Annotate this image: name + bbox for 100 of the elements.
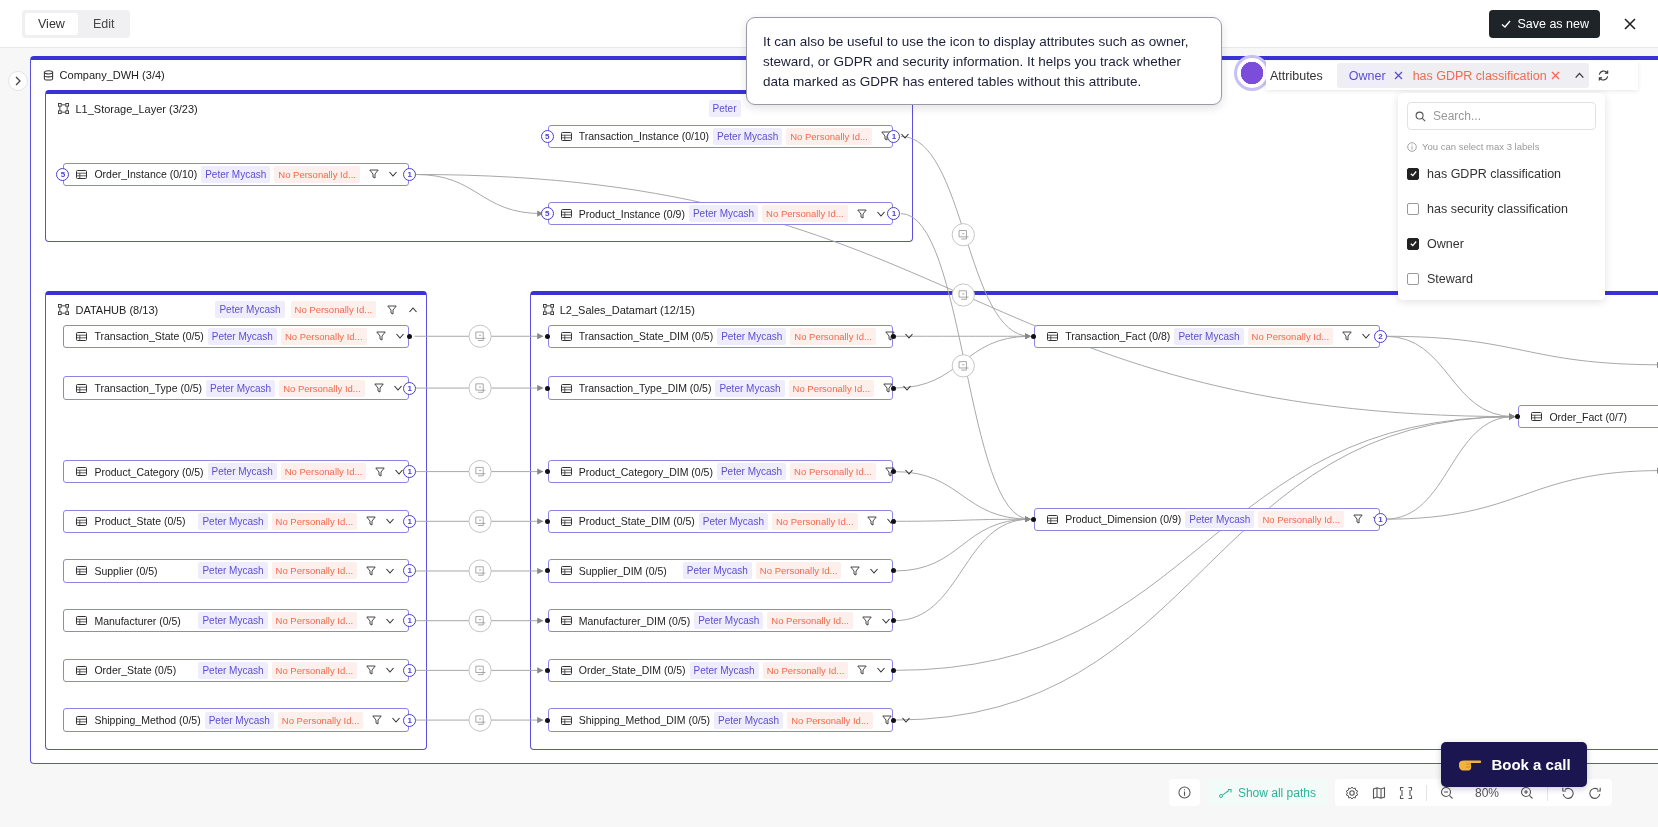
zoom-out-icon[interactable]	[1439, 785, 1454, 800]
info-button[interactable]	[1168, 779, 1200, 806]
table-name: Product_Instance (0/9)	[578, 207, 685, 220]
filter-icon[interactable]	[884, 331, 895, 342]
group-icon	[58, 304, 70, 316]
filter-icon[interactable]	[373, 383, 384, 394]
checkbox[interactable]	[1407, 272, 1419, 285]
port-dot[interactable]	[1515, 414, 1521, 420]
classification-tag: No Personally Id...	[767, 612, 853, 630]
port-dot[interactable]	[891, 618, 897, 624]
port-dot[interactable]	[544, 469, 550, 475]
fit-view-icon[interactable]	[1398, 785, 1413, 800]
mode-tab[interactable]: Edit	[79, 12, 128, 35]
filter-icon[interactable]	[857, 665, 868, 676]
port-dot[interactable]	[1031, 516, 1037, 522]
filter-icon[interactable]	[866, 516, 877, 527]
port-dot[interactable]	[407, 333, 413, 339]
info-icon	[1177, 786, 1191, 799]
owner-tag: Peter Mycash	[716, 463, 787, 481]
filter-icon[interactable]	[881, 715, 892, 726]
filter-icon[interactable]	[884, 466, 895, 477]
checkbox[interactable]	[1407, 202, 1419, 215]
classification-tag: No Personally Id...	[290, 301, 377, 319]
port-dot[interactable]	[544, 333, 550, 339]
filter-icon[interactable]	[850, 566, 861, 576]
option-label[interactable]: Owner	[1427, 236, 1464, 251]
port-dot[interactable]	[544, 518, 550, 524]
checkbox[interactable]	[1407, 167, 1419, 180]
owner-tag: Peter Mycash	[713, 127, 783, 145]
table-icon	[560, 665, 572, 675]
classification-tag: No Personally Id...	[787, 711, 873, 729]
port-dot[interactable]	[891, 568, 897, 574]
filter-icon[interactable]	[375, 331, 386, 342]
port-dot[interactable]	[544, 717, 550, 723]
option-label[interactable]: Steward	[1427, 271, 1473, 286]
close-icon[interactable]	[1624, 17, 1636, 30]
filter-icon[interactable]	[366, 566, 377, 576]
owner-tag: Peter Mycash	[698, 512, 768, 530]
filter-icon[interactable]	[375, 466, 386, 477]
port-dot[interactable]	[891, 385, 897, 391]
table-name: Product_Dimension (0/9)	[1065, 513, 1182, 526]
chevron-right-icon	[14, 76, 22, 86]
filter-icon[interactable]	[1353, 514, 1364, 525]
port-dot[interactable]	[891, 469, 897, 475]
refresh-icon[interactable]	[1596, 69, 1610, 82]
remove-icon[interactable]	[1393, 71, 1403, 80]
book-call-button[interactable]: Book a call	[1441, 742, 1587, 787]
table-name: Product_Category (0/5)	[94, 465, 204, 478]
table-name: Transaction_State_DIM (0/5)	[578, 330, 714, 343]
table-icon	[76, 715, 88, 725]
filter-icon[interactable]	[387, 304, 398, 315]
chevron-down-icon[interactable]	[869, 566, 880, 576]
mode-tab[interactable]: View	[25, 12, 78, 35]
classification-tag: No Personally Id...	[762, 661, 849, 679]
port-dot[interactable]	[544, 568, 550, 574]
table-icon	[76, 383, 88, 393]
filter-icon[interactable]	[856, 208, 867, 219]
classification-tag: No Personally Id...	[271, 612, 358, 630]
classification-tag: No Personally Id...	[274, 165, 360, 183]
option-label[interactable]: has GDPR classification	[1427, 166, 1562, 181]
table-name: Shipping_Method (0/5)	[94, 714, 201, 727]
port-dot[interactable]	[891, 717, 897, 723]
option-label[interactable]: has security classification	[1427, 201, 1569, 216]
filter-icon[interactable]	[366, 615, 377, 626]
port-dot[interactable]	[1031, 333, 1037, 339]
remove-icon[interactable]	[1550, 71, 1560, 80]
chevron-up-icon[interactable]	[1573, 70, 1585, 81]
port-dot[interactable]	[891, 333, 897, 339]
classification-tag: No Personally Id...	[279, 379, 365, 397]
port-dot[interactable]	[544, 618, 550, 624]
redo-icon[interactable]	[1588, 785, 1602, 800]
save-button[interactable]: Save as new	[1489, 9, 1600, 38]
filter-icon[interactable]	[883, 383, 894, 394]
owner-tag: Peter Mycash	[207, 327, 277, 345]
filter-icon[interactable]	[366, 516, 377, 527]
filter-icon[interactable]	[366, 665, 377, 676]
chevron-down-icon[interactable]	[385, 566, 396, 576]
filter-icon[interactable]	[368, 169, 379, 180]
attribute-selector[interactable]: Owner has GDPR classification	[1336, 63, 1589, 88]
table-icon	[76, 566, 88, 576]
search-field[interactable]: Search...	[1407, 102, 1596, 130]
classification-tag: No Personally Id...	[790, 327, 876, 345]
filter-icon[interactable]	[861, 615, 872, 626]
table-name: Transaction_Fact (0/8)	[1065, 330, 1171, 343]
hint-text: You can select max 3 labels	[1422, 141, 1540, 152]
filter-icon[interactable]	[1342, 331, 1353, 342]
settings-icon[interactable]	[1344, 785, 1359, 800]
port-dot[interactable]	[891, 667, 897, 673]
owner-tag: Peter	[708, 100, 741, 118]
undo-icon[interactable]	[1561, 785, 1575, 800]
filter-icon[interactable]	[372, 715, 383, 726]
port-dot[interactable]	[891, 518, 897, 524]
filter-icon[interactable]	[880, 131, 891, 142]
map-icon[interactable]	[1371, 785, 1386, 800]
checkbox[interactable]	[1407, 237, 1419, 250]
port-dot[interactable]	[544, 667, 550, 673]
zoom-in-icon[interactable]	[1520, 785, 1534, 800]
port-dot[interactable]	[544, 385, 550, 391]
owner-tag: Peter Mycash	[688, 205, 759, 223]
info-icon	[1407, 141, 1417, 152]
